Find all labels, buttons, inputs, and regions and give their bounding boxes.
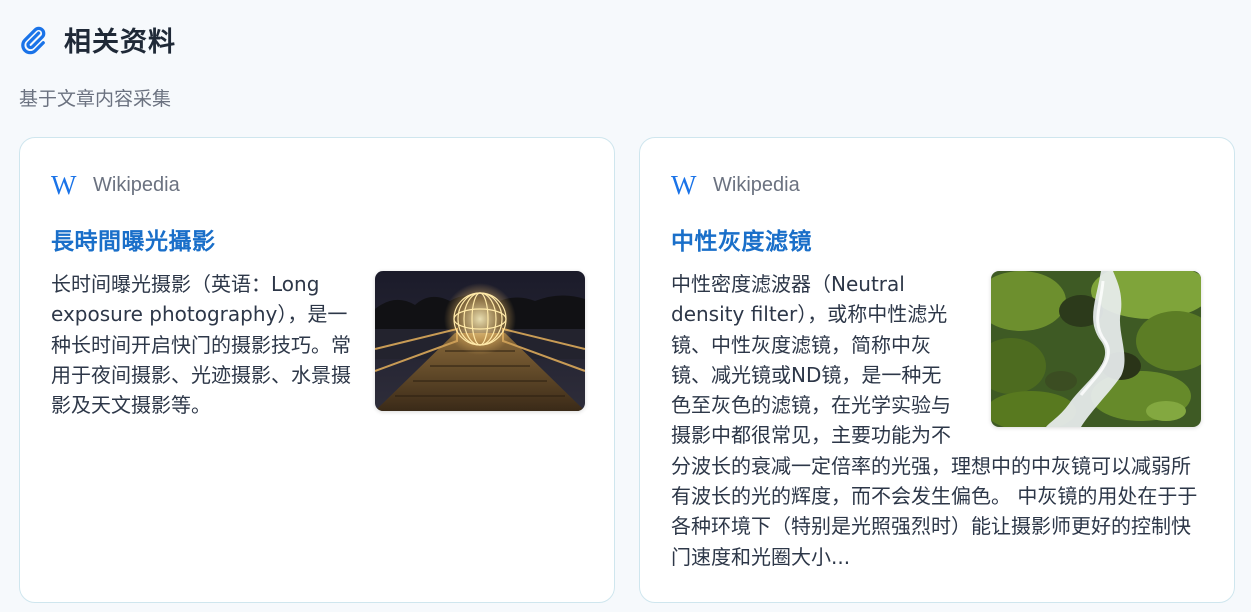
wikipedia-icon: W xyxy=(51,170,77,200)
section-header: 相关资料 xyxy=(18,20,176,59)
section-title: 相关资料 xyxy=(64,27,176,58)
paperclip-icon xyxy=(18,25,48,55)
mossy-waterfall-photo[interactable] xyxy=(991,271,1201,427)
source-name: Wikipedia xyxy=(93,174,180,196)
card-title-link[interactable]: 長時間曝光攝影 xyxy=(51,222,216,256)
light-orb-on-pier-photo[interactable] xyxy=(375,271,585,411)
source-label: W Wikipedia xyxy=(671,172,800,199)
reference-card[interactable]: W Wikipedia 長時間曝光攝影 长时间曝光摄影（英语：Long expo… xyxy=(19,137,615,603)
card-excerpt: 长时间曝光摄影（英语：Long exposure photography），是一… xyxy=(51,272,351,418)
source-label: W Wikipedia xyxy=(51,172,180,199)
reference-card[interactable]: W Wikipedia 中性灰度滤镜 中性密度滤波器（Neutral densi… xyxy=(639,137,1235,603)
wikipedia-icon: W xyxy=(671,170,697,200)
section-subtitle: 基于文章内容采集 xyxy=(19,88,172,110)
source-name: Wikipedia xyxy=(713,174,800,196)
card-excerpt-container: 中性密度滤波器（Neutral density filter），或称中性滤光镜、… xyxy=(671,269,1201,572)
card-title-link[interactable]: 中性灰度滤镜 xyxy=(671,222,812,256)
